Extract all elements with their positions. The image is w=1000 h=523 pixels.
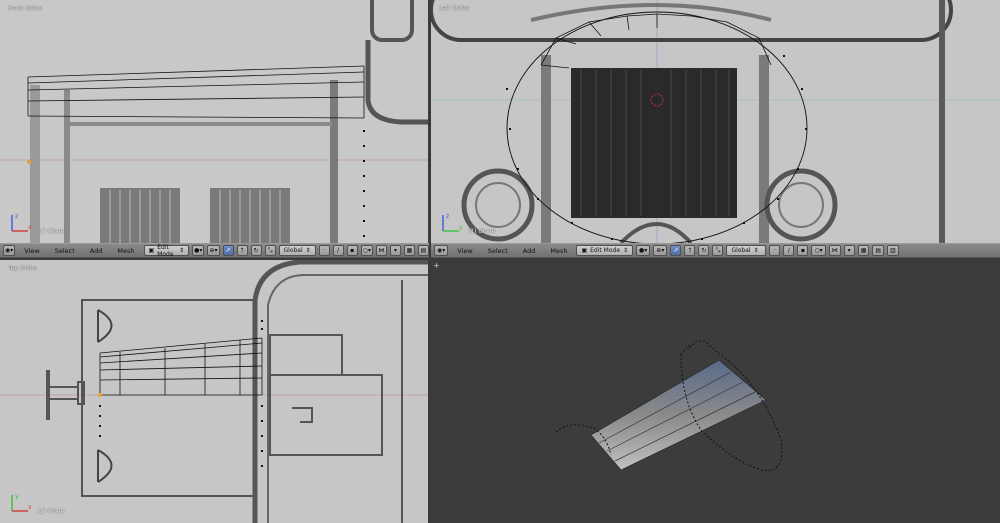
- face-select-icon[interactable]: ▪: [797, 245, 809, 256]
- edge-select-icon[interactable]: /: [783, 245, 795, 256]
- edit-mode-icon: ▣: [148, 247, 155, 254]
- viewport-title: Left Ortho: [439, 5, 470, 12]
- active-object-label: (1) Circle: [468, 228, 496, 235]
- viewport-title: Front Ortho: [8, 5, 43, 12]
- select-menu[interactable]: Select: [482, 247, 514, 255]
- vertex-select-icon[interactable]: ·: [318, 245, 330, 256]
- select-menu[interactable]: Select: [49, 247, 81, 255]
- add-menu[interactable]: Add: [517, 247, 542, 255]
- svg-text:x: x: [28, 224, 32, 231]
- axis-gizmo-icon: z x: [11, 213, 32, 232]
- left-reference-image: [431, 0, 1000, 243]
- layers-icon[interactable]: ▦: [857, 245, 870, 256]
- viewport-header-left: ◉▾ View Select Add Mesh ▣ Edit Mode ⇕ ●▾ ⊕…: [431, 243, 1000, 258]
- proportional-edit-icon[interactable]: ○▾: [360, 245, 373, 256]
- front-reference-image: [0, 0, 428, 243]
- svg-text:z: z: [446, 213, 449, 220]
- 3d-mesh-preview: [555, 340, 783, 472]
- render-icon[interactable]: ▤: [417, 245, 429, 256]
- svg-text:y: y: [15, 493, 19, 500]
- edit-mode-icon: ▣: [581, 247, 588, 254]
- editor-type-button[interactable]: ◉▾: [3, 245, 16, 256]
- mode-selector[interactable]: ▣ Edit Mode ⇕: [576, 245, 634, 256]
- chevron-icon: ⇕: [179, 247, 185, 254]
- front-ortho-viewport[interactable]: Front Ortho z x (1) Circle: [0, 0, 428, 243]
- editor-type-button[interactable]: ◉▾: [434, 245, 449, 256]
- manipulator-toggle-icon[interactable]: ↗: [222, 245, 234, 256]
- shading-button[interactable]: ●▾: [192, 245, 205, 256]
- svg-text:x: x: [28, 504, 32, 511]
- active-object-label: (1) Circle: [37, 228, 65, 235]
- orientation-selector[interactable]: Global ⇕: [278, 245, 316, 256]
- orientation-label: Global: [283, 247, 303, 254]
- shading-button[interactable]: ●▾: [636, 245, 651, 256]
- add-menu[interactable]: Add: [84, 247, 109, 255]
- chevron-icon: ⇕: [305, 247, 311, 254]
- proportional-edit-icon[interactable]: ○▾: [811, 245, 826, 256]
- orientation-label: Global: [731, 247, 751, 254]
- face-select-icon[interactable]: ▪: [346, 245, 358, 256]
- svg-text:y: y: [459, 224, 463, 231]
- mode-selector[interactable]: ▣ Edit Mode ⇕: [143, 243, 190, 258]
- scale-icon[interactable]: ⤡: [712, 245, 724, 256]
- mesh-menu[interactable]: Mesh: [111, 247, 140, 255]
- axis-gizmo-icon: z y: [442, 213, 463, 232]
- edge-select-icon[interactable]: /: [332, 245, 344, 256]
- render-animation-icon[interactable]: ▥: [887, 245, 899, 256]
- rotate-icon[interactable]: ↻: [698, 245, 710, 256]
- mode-label: Edit Mode: [157, 243, 174, 258]
- snap-target-icon[interactable]: ▾: [389, 245, 401, 256]
- top-ortho-viewport[interactable]: Top Ortho y x (1) Circle: [0, 260, 428, 523]
- rotate-icon[interactable]: ↻: [250, 245, 262, 256]
- top-reference-image: [0, 260, 428, 523]
- manipulator-toggle-icon[interactable]: ↗: [670, 245, 682, 256]
- chevron-icon: ⇕: [753, 247, 759, 254]
- chevron-icon: ⇕: [623, 247, 629, 254]
- view-menu[interactable]: View: [18, 247, 45, 255]
- left-ortho-viewport[interactable]: Left Ortho z y (1) Circle: [431, 0, 1000, 243]
- pivot-button[interactable]: ⊕▾: [653, 245, 668, 256]
- active-object-label: (1) Circle: [37, 508, 65, 515]
- translate-icon[interactable]: ↑: [236, 245, 248, 256]
- snap-icon[interactable]: ⋈: [375, 245, 387, 256]
- snap-target-icon[interactable]: ▾: [843, 245, 855, 256]
- mode-label: Edit Mode: [590, 247, 621, 254]
- snap-icon[interactable]: ⋈: [828, 245, 841, 256]
- render-icon[interactable]: ▤: [872, 245, 885, 256]
- pivot-button[interactable]: ⊕▾: [207, 245, 220, 256]
- mesh-menu[interactable]: Mesh: [544, 247, 573, 255]
- scale-icon[interactable]: ⤡: [264, 245, 276, 256]
- vertex-select-icon[interactable]: ·: [769, 245, 781, 256]
- svg-text:z: z: [15, 213, 18, 220]
- orientation-selector[interactable]: Global ⇕: [726, 245, 767, 256]
- view-menu[interactable]: View: [451, 247, 478, 255]
- translate-icon[interactable]: ↑: [684, 245, 696, 256]
- layers-icon[interactable]: ▦: [403, 245, 415, 256]
- viewport-header-front: ◉▾ View Select Add Mesh ▣ Edit Mode ⇕ ●▾ ⊕…: [0, 243, 429, 258]
- viewport-title: Top Ortho: [8, 265, 38, 272]
- axis-gizmo-icon: y x: [11, 493, 32, 512]
- perspective-viewport[interactable]: +: [431, 260, 1000, 523]
